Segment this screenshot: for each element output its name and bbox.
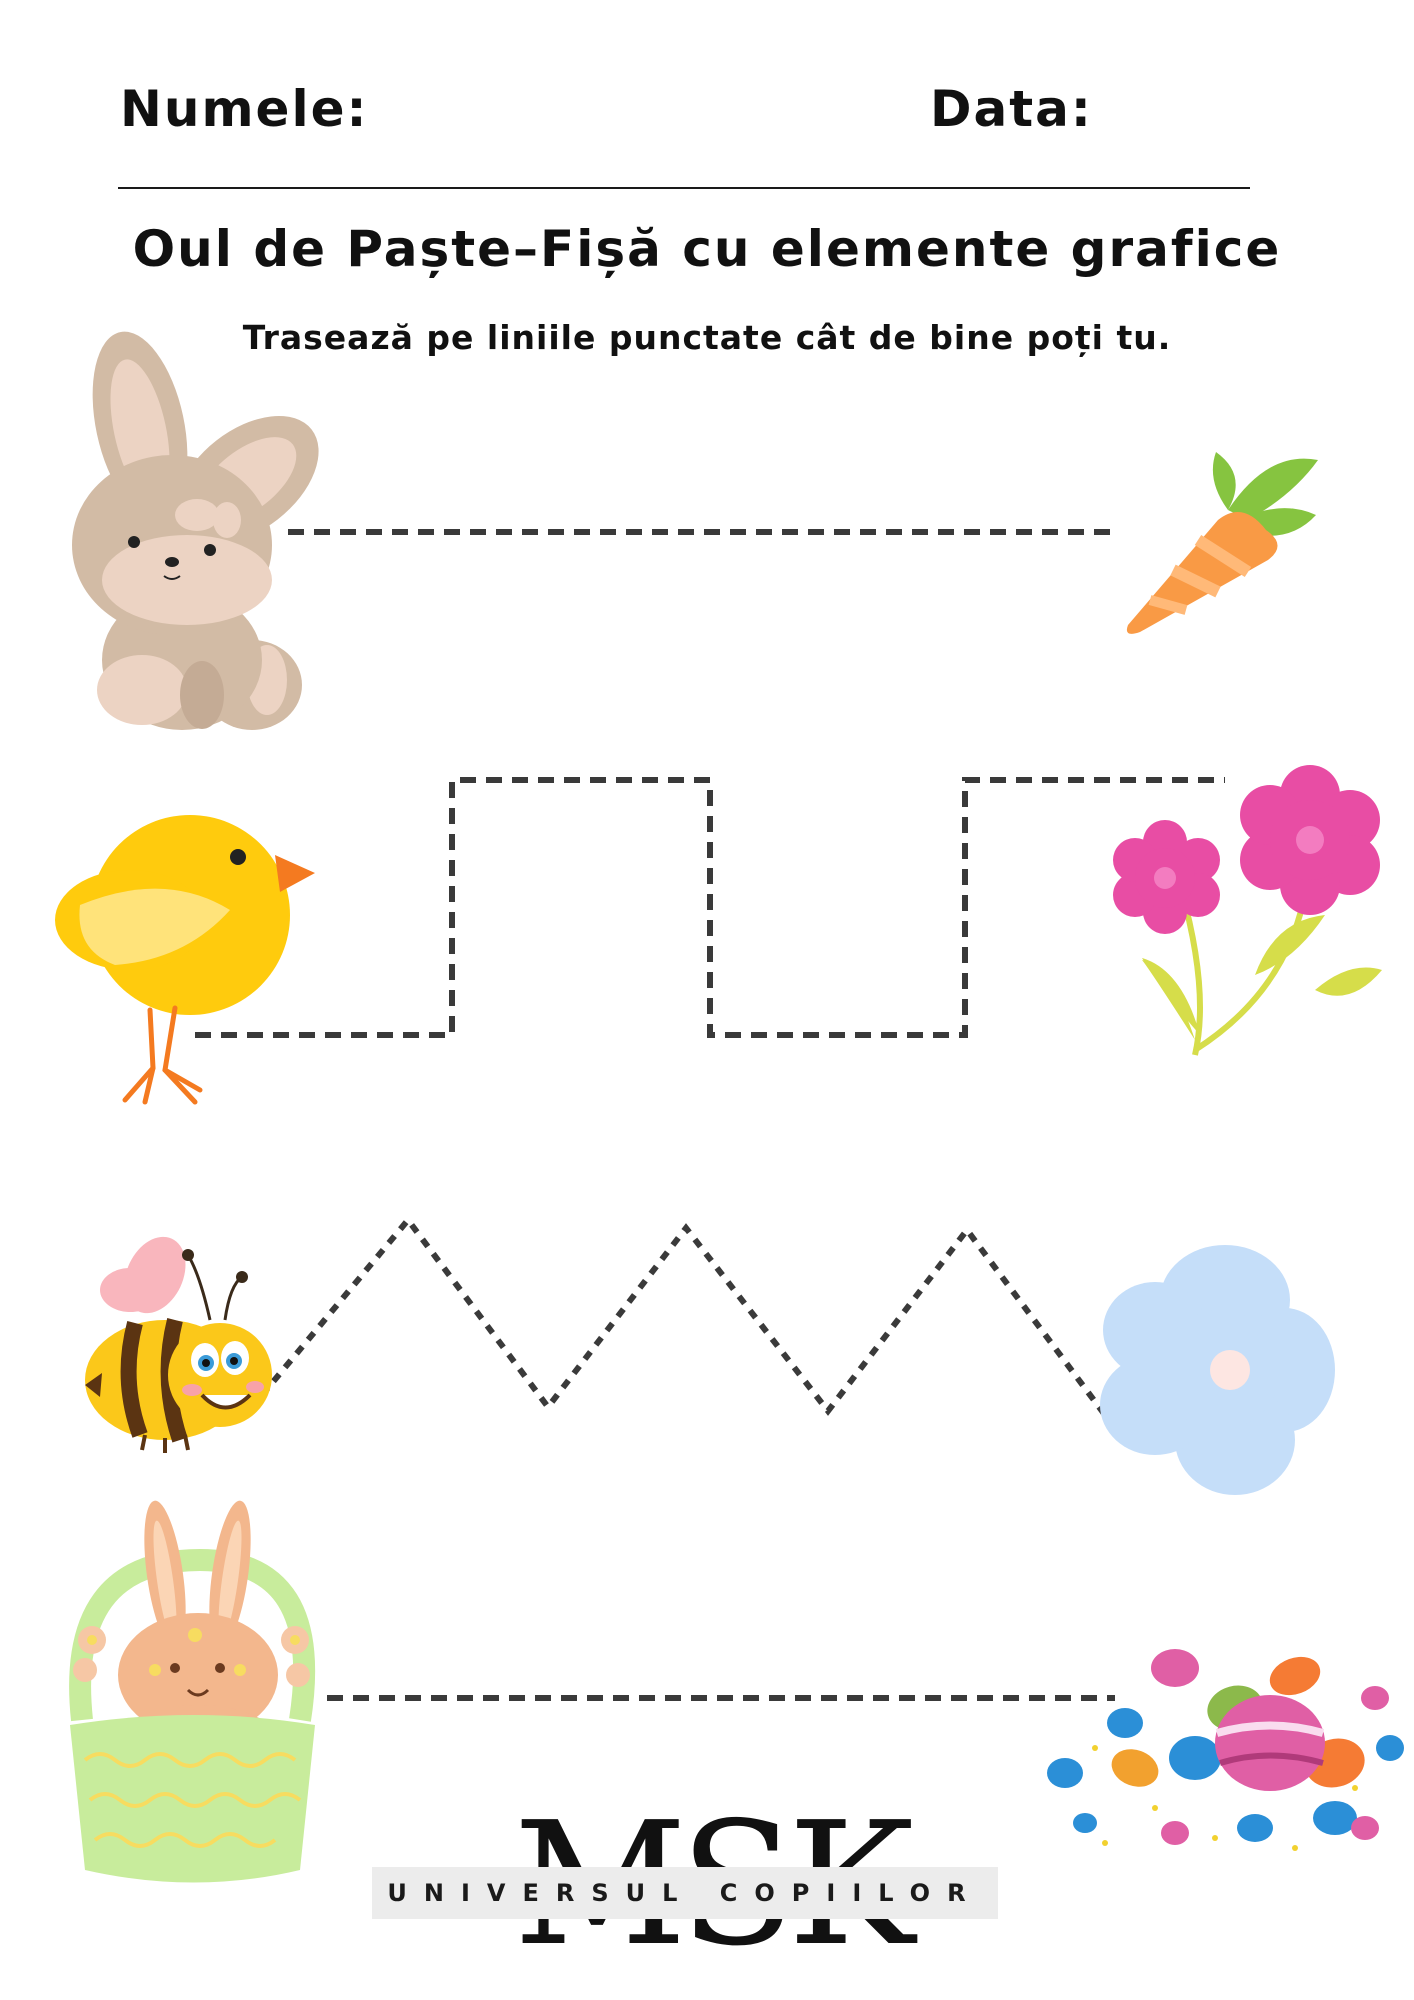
carrot-icon: [1126, 452, 1318, 634]
bunny-basket-icon: [69, 1500, 316, 1883]
logo-subtitle: UNIVERSUL COPIILOR: [387, 1879, 983, 1907]
bee-icon: [85, 1236, 272, 1453]
bunny-icon: [72, 331, 319, 730]
zigzag-dashed-line[interactable]: [259, 1215, 1108, 1417]
pink-flowers-icon: [1113, 765, 1382, 1056]
chick-icon: [55, 815, 315, 1105]
square-wave-dashed-line[interactable]: [195, 777, 1225, 1038]
blue-flower-icon: [1100, 1245, 1335, 1495]
easter-eggs-icon: [1047, 1649, 1404, 1851]
